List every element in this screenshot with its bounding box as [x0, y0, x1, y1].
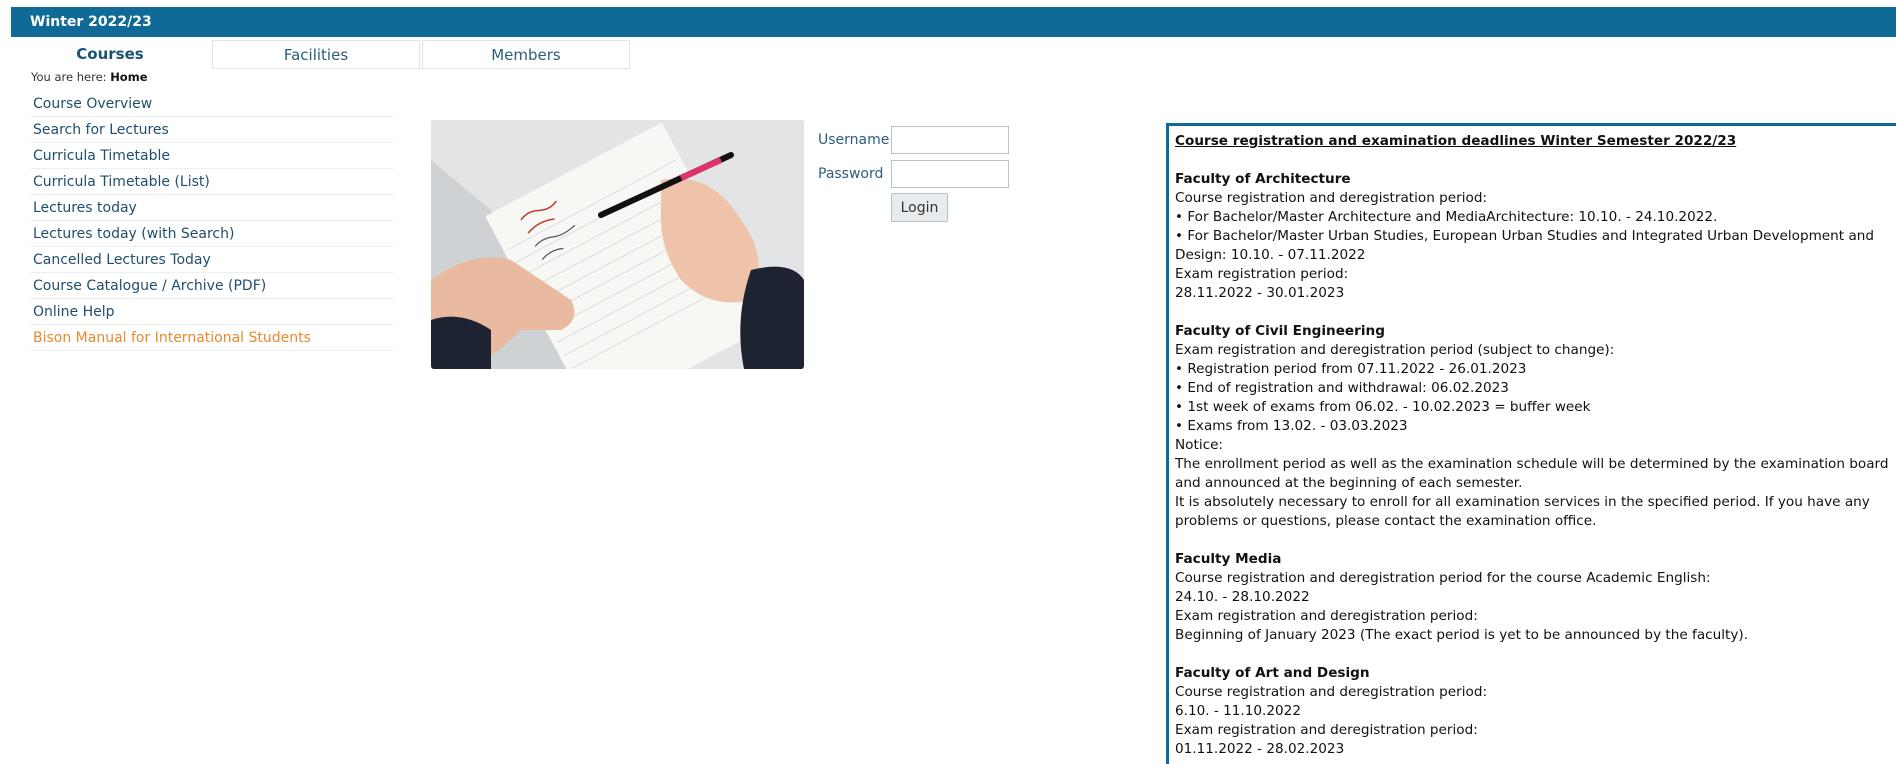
section-line: Beginning of January 2023 (The exact per…	[1175, 627, 1749, 643]
section-line: • Registration period from 07.11.2022 - …	[1175, 361, 1527, 377]
password-input[interactable]	[891, 160, 1009, 188]
section-art-design: Faculty of Art and Design Course registr…	[1175, 664, 1896, 759]
section-line: 24.10. - 28.10.2022	[1175, 589, 1310, 605]
section-heading: Faculty of Civil Engineering	[1175, 323, 1385, 339]
breadcrumb: You are here: Home	[31, 70, 148, 84]
sidebar-item-search-lectures[interactable]: Search for Lectures	[30, 118, 394, 143]
tab-facilities[interactable]: Facilities	[212, 40, 420, 69]
section-architecture: Faculty of Architecture Course registrat…	[1175, 170, 1896, 303]
writing-notebook-illustration	[431, 120, 804, 369]
deadlines-title[interactable]: Course registration and examination dead…	[1175, 132, 1896, 151]
section-line: • For Bachelor/Master Architecture and M…	[1175, 209, 1718, 225]
tab-courses[interactable]: Courses	[30, 40, 190, 69]
section-heading: Faculty Media	[1175, 551, 1282, 567]
section-line: • For Bachelor/Master Urban Studies, Eur…	[1175, 228, 1875, 263]
sidebar-nav: Course Overview Search for Lectures Curr…	[30, 92, 394, 352]
section-line: 01.11.2022 - 28.02.2023	[1175, 741, 1345, 757]
password-label: Password	[818, 166, 884, 182]
section-line: Exam registration period:	[1175, 266, 1349, 282]
section-line: It is absolutely necessary to enroll for…	[1175, 494, 1870, 529]
section-civil-engineering: Faculty of Civil Engineering Exam regist…	[1175, 322, 1896, 531]
section-line: • End of registration and withdrawal: 06…	[1175, 380, 1509, 396]
section-line: Exam registration and deregistration per…	[1175, 342, 1615, 358]
sidebar-item-lectures-today-search[interactable]: Lectures today (with Search)	[30, 222, 394, 247]
section-media: Faculty Media Course registration and de…	[1175, 550, 1896, 645]
section-line: 28.11.2022 - 30.01.2023	[1175, 285, 1345, 301]
sidebar-item-curricula-timetable[interactable]: Curricula Timetable	[30, 144, 394, 169]
sidebar-item-online-help[interactable]: Online Help	[30, 300, 394, 325]
tab-members[interactable]: Members	[422, 40, 630, 69]
username-label: Username	[818, 132, 890, 148]
section-line: Notice:	[1175, 437, 1224, 453]
breadcrumb-prefix: You are here:	[31, 70, 107, 84]
username-input[interactable]	[891, 126, 1009, 154]
hero-photo	[431, 120, 804, 369]
login-button[interactable]: Login	[891, 193, 948, 222]
deadlines-panel: Course registration and examination dead…	[1166, 123, 1896, 764]
section-line: Course registration and deregistration p…	[1175, 684, 1488, 700]
section-line: 6.10. - 11.10.2022	[1175, 703, 1301, 719]
section-line: • Exams from 13.02. - 03.03.2023	[1175, 418, 1408, 434]
section-heading: Faculty of Art and Design	[1175, 665, 1370, 681]
breadcrumb-home[interactable]: Home	[110, 70, 147, 84]
section-line: • 1st week of exams from 06.02. - 10.02.…	[1175, 399, 1591, 415]
sidebar-item-lectures-today[interactable]: Lectures today	[30, 196, 394, 221]
sidebar-item-curricula-timetable-list[interactable]: Curricula Timetable (List)	[30, 170, 394, 195]
section-line: Exam registration and deregistration per…	[1175, 608, 1478, 624]
sidebar-item-course-overview[interactable]: Course Overview	[30, 92, 394, 117]
sidebar-item-course-catalogue[interactable]: Course Catalogue / Archive (PDF)	[30, 274, 394, 299]
section-line: Exam registration and deregistration per…	[1175, 722, 1478, 738]
sidebar-item-bison-manual[interactable]: Bison Manual for International Students	[30, 326, 394, 351]
section-heading: Faculty of Architecture	[1175, 171, 1351, 187]
semester-label: Winter 2022/23	[30, 14, 152, 30]
sidebar-item-cancelled-lectures[interactable]: Cancelled Lectures Today	[30, 248, 394, 273]
semester-bar: Winter 2022/23	[11, 7, 1896, 37]
section-line: The enrollment period as well as the exa…	[1175, 456, 1889, 491]
section-line: Course registration and deregistration p…	[1175, 570, 1711, 586]
section-line: Course registration and deregistration p…	[1175, 190, 1488, 206]
